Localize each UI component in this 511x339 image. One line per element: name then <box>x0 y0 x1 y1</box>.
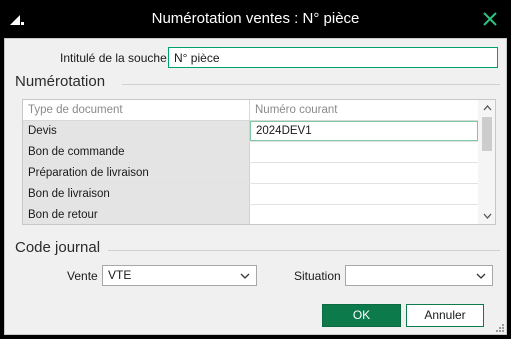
cell-numero[interactable] <box>250 205 478 224</box>
vertical-scrollbar[interactable] <box>478 100 495 224</box>
cell-type[interactable]: Bon de retour <box>23 205 250 224</box>
cell-type[interactable]: Préparation de livraison <box>23 163 250 183</box>
grid-header: Type de document Numéro courant <box>23 100 478 121</box>
title-bar: Numérotation ventes : N° pièce <box>0 0 511 38</box>
table-row[interactable]: Préparation de livraison <box>23 163 478 184</box>
chevron-down-icon <box>476 273 486 279</box>
chevron-down-icon <box>240 273 250 279</box>
table-row[interactable]: Bon de commande <box>23 142 478 163</box>
numerotation-title: Numérotation <box>15 73 106 90</box>
chevron-up-icon <box>483 105 491 111</box>
cell-numero[interactable]: 2024DEV1 <box>250 121 478 141</box>
scroll-up-button[interactable] <box>478 100 495 116</box>
code-journal-title: Code journal <box>15 239 101 256</box>
column-header-numero[interactable]: Numéro courant <box>250 100 478 121</box>
situation-label: Situation <box>294 269 341 283</box>
resize-grip-icon[interactable] <box>496 324 504 332</box>
numerotation-divider <box>122 84 500 85</box>
cell-type[interactable]: Bon de commande <box>23 142 250 162</box>
vente-label: Vente <box>67 269 98 283</box>
window-title: Numérotation ventes : N° pièce <box>151 10 360 27</box>
table-row[interactable]: Bon de livraison <box>23 184 478 205</box>
chevron-down-icon <box>483 213 491 219</box>
column-header-type[interactable]: Type de document <box>23 100 250 121</box>
cell-numero[interactable] <box>250 142 478 162</box>
vente-select[interactable]: VTE <box>102 265 257 286</box>
souche-label: Intitulé de la souche <box>60 51 167 65</box>
dialog-body: Intitulé de la souche Numérotation Type … <box>4 38 507 335</box>
close-icon <box>483 12 497 26</box>
cancel-button[interactable]: Annuler <box>406 304 484 327</box>
ok-button[interactable]: OK <box>322 304 401 327</box>
scroll-thumb[interactable] <box>482 117 492 151</box>
cell-type[interactable]: Bon de livraison <box>23 184 250 204</box>
cell-type[interactable]: Devis <box>23 121 250 141</box>
cell-numero[interactable] <box>250 163 478 183</box>
code-journal-divider <box>108 250 500 251</box>
situation-select[interactable] <box>345 265 493 286</box>
souche-input[interactable] <box>168 47 498 68</box>
cell-numero[interactable] <box>250 184 478 204</box>
table-row[interactable]: Devis 2024DEV1 <box>23 121 478 142</box>
numerotation-grid: Type de document Numéro courant Devis 20… <box>22 99 496 225</box>
table-row[interactable]: Bon de retour <box>23 205 478 224</box>
vente-select-value: VTE <box>108 268 132 282</box>
close-button[interactable] <box>478 8 502 30</box>
scroll-down-button[interactable] <box>478 208 495 224</box>
